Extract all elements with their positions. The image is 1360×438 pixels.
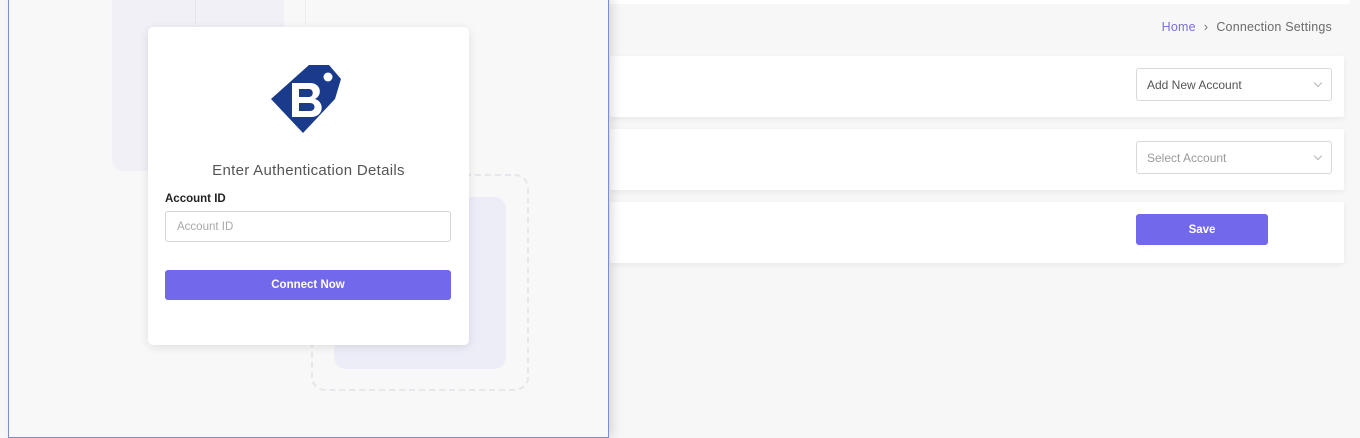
auth-card: Enter Authentication Details Account ID … — [148, 27, 469, 345]
account-dropdown[interactable]: Add New Account — [1136, 68, 1332, 101]
breadcrumb-current: Connection Settings — [1216, 19, 1332, 34]
decorative-line — [305, 0, 306, 25]
account-id-label: Account ID — [165, 193, 226, 205]
breadcrumb-home-link[interactable]: Home — [1162, 20, 1196, 34]
top-strip — [610, 0, 1350, 4]
select-account-panel: Select Account — [610, 129, 1344, 190]
connect-now-button[interactable]: Connect Now — [165, 270, 451, 300]
save-panel: Save — [610, 202, 1344, 263]
chevron-right-icon: › — [1203, 19, 1209, 34]
save-button[interactable]: Save — [1136, 214, 1268, 245]
b-tag-logo-icon — [271, 65, 341, 133]
chevron-down-icon — [1313, 78, 1323, 88]
select-account-placeholder: Select Account — [1147, 150, 1227, 165]
account-panel: Add New Account — [610, 56, 1344, 117]
account-id-input[interactable] — [165, 211, 451, 242]
chevron-down-icon — [1313, 151, 1323, 161]
account-dropdown-value: Add New Account — [1147, 77, 1242, 92]
auth-title: Enter Authentication Details — [212, 162, 405, 179]
decorative-line — [195, 0, 196, 25]
breadcrumb: Home › Connection Settings — [1162, 19, 1332, 34]
auth-overlay-panel: Enter Authentication Details Account ID … — [8, 0, 609, 438]
select-account-dropdown[interactable]: Select Account — [1136, 141, 1332, 174]
